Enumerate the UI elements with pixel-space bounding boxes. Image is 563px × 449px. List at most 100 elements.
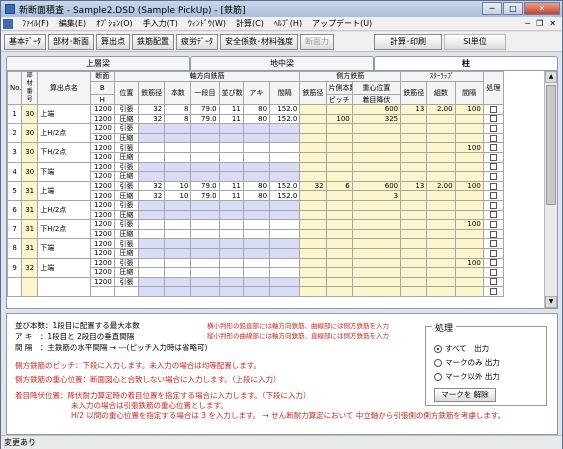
section-force-button[interactable]: 断面力 — [300, 33, 334, 50]
cell-side-dia[interactable] — [299, 228, 327, 240]
cell-cg[interactable]: 600 — [351, 104, 402, 115]
cell-count[interactable] — [164, 276, 192, 288]
cell-aki[interactable] — [242, 142, 271, 153]
cell-cg[interactable] — [351, 267, 402, 278]
cell-stirrup-set[interactable] — [426, 238, 456, 249]
cell-row2[interactable] — [218, 171, 244, 182]
cell-stirrup-dia[interactable] — [400, 151, 428, 163]
cell-stirrup-gap[interactable]: 100 — [454, 142, 484, 153]
cell-gap[interactable] — [269, 286, 301, 297]
cell-aki[interactable] — [242, 257, 271, 269]
rebar-layout-button[interactable]: 鉄筋配置 — [132, 33, 174, 50]
calc-point-button[interactable]: 算出点 — [96, 33, 130, 50]
cell-stirrup-set[interactable] — [426, 113, 456, 125]
cell-dia[interactable] — [138, 267, 166, 278]
cell-section-b[interactable]: 1200 — [89, 257, 115, 269]
cell-count[interactable] — [164, 161, 192, 173]
cell-count[interactable]: 8 — [164, 104, 192, 115]
member-section-button[interactable]: 部材･断面 — [48, 33, 94, 50]
cell-gap[interactable] — [269, 267, 301, 278]
cell-gap[interactable] — [269, 228, 301, 240]
cell-member[interactable]: 30 — [21, 123, 39, 144]
cell-row1[interactable] — [190, 142, 220, 153]
menu-manual-input[interactable]: 手入力(T) — [138, 18, 183, 29]
cell-member[interactable]: 31 — [21, 180, 39, 201]
cell-stirrup-set[interactable] — [426, 132, 456, 144]
cell-aki[interactable]: 80 — [242, 104, 271, 115]
cell-count[interactable] — [164, 151, 192, 163]
cell-section-h[interactable]: 1200 — [89, 247, 115, 259]
basic-data-button[interactable]: 基本ﾃﾞｰﾀ — [4, 33, 46, 50]
fatigue-data-button[interactable]: 疲労ﾃﾞｰﾀ — [176, 33, 218, 50]
cell-stirrup-gap[interactable] — [454, 123, 484, 134]
cell-stirrup-gap[interactable] — [454, 161, 484, 173]
cell-stirrup-set[interactable] — [426, 276, 456, 288]
cell-aki[interactable] — [242, 219, 271, 230]
cell-dia[interactable] — [138, 161, 166, 173]
cell-stirrup-gap[interactable]: 100 — [454, 104, 484, 115]
cell-stirrup-gap[interactable] — [454, 228, 484, 240]
cell-row2[interactable]: 11 — [218, 190, 244, 201]
mdi-minimize-icon[interactable]: ─ — [525, 19, 530, 28]
menu-calculate[interactable]: 計算(C) — [231, 18, 269, 29]
cell-row2[interactable] — [218, 209, 244, 221]
process-checkbox[interactable] — [489, 220, 497, 228]
cell-section-b[interactable]: 1200 — [89, 238, 115, 249]
cell-side-dia[interactable] — [299, 286, 327, 297]
cell-side-count[interactable] — [325, 123, 353, 134]
cell-point[interactable]: 上端 — [37, 103, 91, 125]
mdi-restore-icon[interactable]: ❐ — [536, 19, 543, 28]
cell-row2[interactable] — [218, 276, 244, 288]
cell-process[interactable] — [482, 151, 505, 163]
cell-count[interactable] — [164, 219, 192, 230]
cell-stirrup-set[interactable] — [426, 199, 456, 211]
cell-section-h[interactable]: 1200 — [89, 132, 115, 144]
cell-stirrup-dia[interactable] — [400, 257, 428, 269]
cell-side-count[interactable] — [325, 151, 353, 163]
cell-count[interactable] — [164, 171, 192, 182]
cell-row1[interactable] — [190, 286, 220, 297]
cell-side-count[interactable] — [325, 276, 353, 288]
cell-cg[interactable] — [351, 219, 402, 230]
menu-options[interactable]: ｵﾌﾟｼｮﾝ(O) — [91, 18, 138, 29]
cell-section-h[interactable]: 1200 — [89, 190, 115, 201]
cell-point[interactable]: 下H/2点 — [37, 219, 91, 240]
cell-row2[interactable] — [218, 123, 244, 134]
cell-gap[interactable] — [269, 257, 301, 269]
process-checkbox[interactable] — [489, 259, 497, 267]
process-checkbox[interactable] — [489, 249, 497, 257]
cell-aki[interactable]: 80 — [242, 180, 271, 192]
cell-process[interactable] — [482, 276, 505, 288]
process-checkbox[interactable] — [489, 288, 497, 296]
cell-row1[interactable]: 79.0 — [190, 180, 220, 192]
process-checkbox[interactable] — [489, 163, 497, 171]
cell-cg[interactable] — [351, 161, 402, 173]
cell-gap[interactable]: 152.0 — [269, 113, 301, 125]
cell-row2[interactable]: 11 — [218, 104, 244, 115]
cell-aki[interactable] — [242, 238, 271, 249]
cell-stirrup-set[interactable] — [426, 171, 456, 182]
cell-count[interactable] — [164, 267, 192, 278]
cell-aki[interactable] — [242, 267, 271, 278]
cell-row2[interactable] — [218, 238, 244, 249]
cell-cg[interactable] — [351, 123, 402, 134]
cell-count[interactable] — [164, 286, 192, 297]
cell-section-b[interactable]: 1200 — [89, 161, 115, 173]
cell-row1[interactable] — [190, 209, 220, 221]
cell-row1[interactable]: 79.0 — [190, 190, 220, 201]
cell-section-h[interactable]: 1200 — [89, 228, 115, 240]
cell-member[interactable]: 32 — [21, 257, 39, 278]
cell-process[interactable] — [482, 209, 505, 221]
cell-dia[interactable] — [138, 286, 166, 297]
cell-stirrup-dia[interactable] — [400, 199, 428, 211]
scroll-down-icon[interactable]: ▼ — [545, 296, 557, 308]
cell-cg[interactable] — [351, 199, 402, 211]
cell-stirrup-dia[interactable] — [400, 228, 428, 240]
process-checkbox[interactable] — [489, 172, 497, 180]
cell-gap[interactable] — [269, 151, 301, 163]
cell-cg[interactable] — [351, 209, 402, 221]
radio-output-all[interactable]: すべて 出力 — [434, 343, 489, 354]
cell-row1[interactable] — [190, 219, 220, 230]
cell-dia[interactable]: 32 — [138, 190, 166, 201]
cell-stirrup-set[interactable] — [426, 142, 456, 153]
